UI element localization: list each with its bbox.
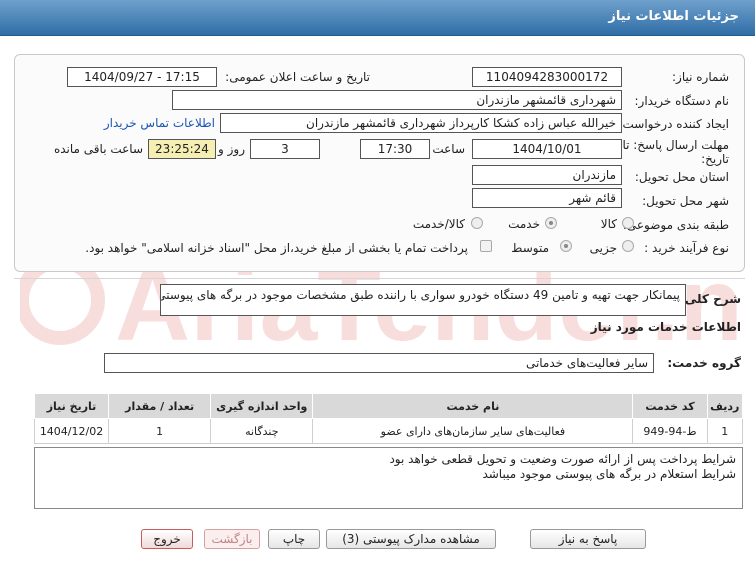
column-header: کد خدمت <box>632 393 708 419</box>
treasury-payment-note: پرداخت تمام یا بخشی از مبلغ خرید،از محل … <box>85 241 468 255</box>
need-number-label: شماره نیاز: <box>672 70 729 84</box>
requester-field: خیرالله عباس زاده کشکا کارپرداز شهرداری … <box>220 113 622 133</box>
buyer-org-label: نام دستگاه خریدار: <box>634 94 730 108</box>
province-label: استان محل تحویل: <box>634 170 729 184</box>
table-cell-service-name: فعالیت‌های سایر سازمان‌های دارای عضو <box>312 418 634 444</box>
reply-button[interactable]: پاسخ به نیاز <box>530 529 646 549</box>
buyer-notes-line: شرایط پرداخت پس از ارائه صورت وضعیت و تح… <box>389 452 736 466</box>
deadline-time-label: ساعت <box>432 142 465 156</box>
column-header: تعداد / مقدار <box>108 393 212 419</box>
exit-button[interactable]: خروج <box>141 529 193 549</box>
city-field: قائم شهر <box>472 188 622 208</box>
deadline-date-field: 1404/10/01 <box>472 139 622 159</box>
table-header-row: تاریخ نیاز تعداد / مقدار واحد اندازه گیر… <box>33 393 744 419</box>
category-label: طبقه بندی موضوعی: <box>622 218 729 232</box>
process-radio-minor[interactable] <box>622 240 634 252</box>
column-header: واحد اندازه گیری <box>210 393 314 419</box>
days-field: 3 <box>250 139 320 159</box>
title-bar: جزئیات اطلاعات نیاز <box>0 0 755 36</box>
table-row: 1404/12/02 1 چندگانه فعالیت‌های سایر ساز… <box>33 418 744 444</box>
deadline-label-line1: مهلت ارسال پاسخ: تا <box>622 138 729 152</box>
table-cell-quantity: 1 <box>108 418 212 444</box>
buyer-contact-link[interactable]: اطلاعات تماس خریدار <box>104 116 215 130</box>
city-label: شهر محل تحویل: <box>642 194 729 208</box>
general-description-field: پیمانکار جهت تهیه و تامین 49 دستگاه خودر… <box>160 284 686 316</box>
category-radio-goods[interactable] <box>622 217 634 229</box>
page-title: جزئیات اطلاعات نیاز <box>608 9 739 24</box>
process-type-label: نوع فرآیند خرید : <box>644 241 729 255</box>
deadline-time-field: 17:30 <box>360 139 430 159</box>
table-cell-unit: چندگانه <box>210 418 314 444</box>
buyer-notes-field: شرایط پرداخت پس از ارائه صورت وضعیت و تح… <box>34 447 743 509</box>
announce-datetime-label: تاریخ و ساعت اعلان عمومی: <box>225 70 370 84</box>
need-number-field: 1104094283000172 <box>472 67 622 87</box>
buyer-org-field: شهرداری قائمشهر مازندران <box>172 90 622 110</box>
requester-label: ایجاد کننده درخواست: <box>618 117 729 131</box>
table-cell-service-code: ط-94-949 <box>632 418 708 444</box>
process-option-medium: متوسط <box>511 241 549 255</box>
buyer-notes-line: شرایط استعلام در برگه های پیوستی موجود م… <box>482 467 736 481</box>
category-option-goods-service: کالا/خدمت <box>412 217 465 231</box>
days-label: روز و <box>218 142 245 156</box>
category-option-service: خدمت <box>508 217 540 231</box>
category-radio-service[interactable] <box>545 217 557 229</box>
services-section-title: اطلاعات خدمات مورد نیاز <box>590 320 741 334</box>
services-table: تاریخ نیاز تعداد / مقدار واحد اندازه گیر… <box>33 393 744 444</box>
table-cell-need-date: 1404/12/02 <box>33 418 110 444</box>
process-radio-medium[interactable] <box>560 240 572 252</box>
category-radio-goods-service[interactable] <box>471 217 483 229</box>
province-field: مازندران <box>472 165 622 185</box>
process-option-minor: جزیی <box>589 241 617 255</box>
column-header: تاریخ نیاز <box>33 393 110 419</box>
column-header: ردیف <box>706 393 744 419</box>
category-option-goods: کالا <box>600 217 617 231</box>
divider <box>14 278 745 279</box>
treasury-payment-checkbox[interactable] <box>480 240 492 252</box>
remaining-time-label: ساعت باقی مانده <box>53 142 143 156</box>
table-cell-row-number: 1 <box>706 418 744 444</box>
view-attachments-button[interactable]: مشاهده مدارک پیوستی (3) <box>326 529 496 549</box>
column-header: نام خدمت <box>312 393 634 419</box>
back-button[interactable]: بازگشت <box>204 529 260 549</box>
service-group-label: گروه خدمت: <box>667 356 741 370</box>
service-group-field: سایر فعالیت‌های خدماتی <box>104 353 654 373</box>
print-button[interactable]: چاپ <box>268 529 320 549</box>
deadline-label-line2: تاریخ: <box>701 152 729 166</box>
announce-datetime-field: 1404/09/27 - 17:15 <box>67 67 217 87</box>
remaining-time-field: 23:25:24 <box>148 139 216 159</box>
